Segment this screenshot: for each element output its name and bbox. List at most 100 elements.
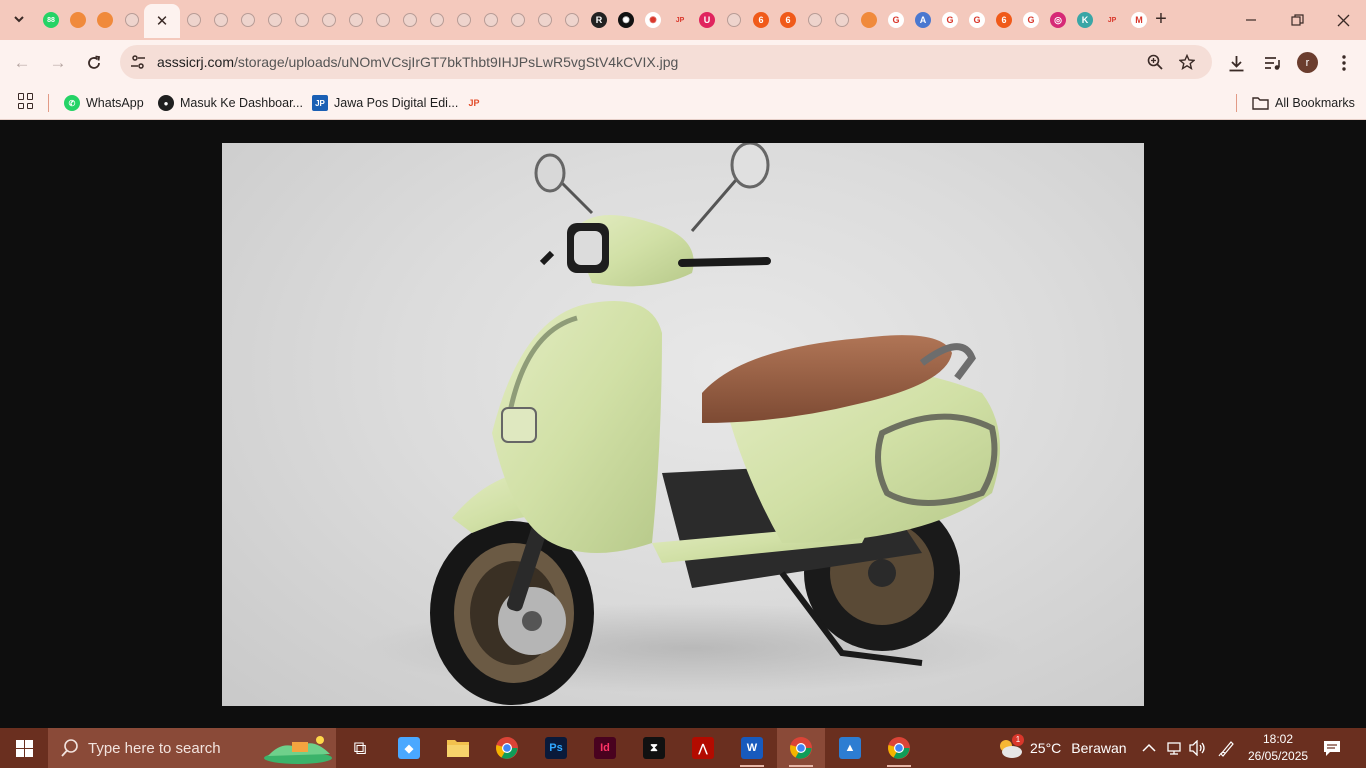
taskbar-app-acrobat[interactable]: ⋀ [679, 728, 727, 768]
bookmark-dashboard[interactable]: ● Masuk Ke Dashboar... [158, 92, 303, 114]
browser-tab[interactable] [289, 6, 315, 34]
browser-tab[interactable]: JP [1099, 6, 1125, 34]
browser-tab[interactable]: K [1072, 6, 1098, 34]
address-bar[interactable]: asssicrj.com/storage/uploads/uNOmVCsjIrG… [120, 45, 1212, 79]
browser-tab[interactable]: 6 [748, 6, 774, 34]
browser-tab[interactable]: U [694, 6, 720, 34]
taskbar-app-word[interactable]: W [728, 728, 776, 768]
browser-tab[interactable] [208, 6, 234, 34]
reload-button[interactable] [81, 50, 107, 76]
globe-icon [808, 13, 822, 27]
browser-tab[interactable]: 88 [38, 6, 64, 34]
profile-avatar[interactable]: r [1297, 52, 1318, 73]
globe-icon [187, 13, 201, 27]
all-bookmarks-button[interactable]: All Bookmarks [1252, 92, 1355, 114]
browser-tab[interactable]: ✺ [613, 6, 639, 34]
taskbar-app-photos[interactable]: ▲ [826, 728, 874, 768]
browser-tab[interactable] [65, 6, 91, 34]
browser-tab[interactable]: 6 [991, 6, 1017, 34]
minimize-button[interactable] [1228, 0, 1274, 40]
downloads-button[interactable] [1223, 50, 1249, 76]
url-path: /storage/uploads/uNOmVCsjIrGT7bkThbt9IHJ… [234, 54, 679, 70]
bookmark-jp[interactable]: JP [466, 92, 482, 114]
globe-icon [565, 13, 579, 27]
browser-tab[interactable]: G [964, 6, 990, 34]
browser-tab[interactable] [181, 6, 207, 34]
browser-tab[interactable] [829, 6, 855, 34]
start-button[interactable] [0, 728, 48, 768]
pen-workspace-button[interactable] [1218, 728, 1236, 768]
browser-tab[interactable]: JP [667, 6, 693, 34]
bookmark-whatsapp[interactable]: ✆ WhatsApp [64, 92, 144, 114]
taskbar-app-indesign[interactable]: Id [581, 728, 629, 768]
tab-search-menu-button[interactable] [8, 8, 30, 30]
openai-icon: ✺ [645, 12, 661, 28]
notifications-button[interactable] [1322, 728, 1342, 768]
weather-widget[interactable]: 1 25°C Berawan [996, 728, 1127, 768]
browser-tab[interactable] [397, 6, 423, 34]
close-window-button[interactable] [1320, 0, 1366, 40]
whatsapp-badge-icon: 88 [43, 12, 59, 28]
browser-tab[interactable] [451, 6, 477, 34]
system-clock[interactable]: 18:02 26/05/2025 [1248, 731, 1308, 765]
restore-button[interactable] [1274, 0, 1320, 40]
acrobat-icon: ⋀ [692, 737, 714, 759]
arrow-left-icon: ← [13, 53, 31, 72]
bookmark-star-button[interactable] [1178, 53, 1196, 71]
volume-button[interactable] [1189, 728, 1207, 768]
taskbar-app-copilot[interactable]: ◆ [385, 728, 433, 768]
browser-tab[interactable] [262, 6, 288, 34]
browser-tab[interactable] [559, 6, 585, 34]
browser-tab[interactable] [343, 6, 369, 34]
browser-tab[interactable]: G [883, 6, 909, 34]
browser-tab[interactable] [478, 6, 504, 34]
browser-tab[interactable]: G [937, 6, 963, 34]
site-info-icon[interactable] [130, 54, 146, 70]
browser-tab[interactable]: A [910, 6, 936, 34]
browser-tab[interactable]: G [1018, 6, 1044, 34]
browser-tab[interactable] [721, 6, 747, 34]
browser-tab[interactable]: R [586, 6, 612, 34]
taskbar-app-file-explorer[interactable] [434, 728, 482, 768]
show-hidden-icons-button[interactable] [1142, 728, 1156, 768]
taskbar-app-chrome-profile-r[interactable] [777, 728, 825, 768]
forward-button[interactable]: → [45, 50, 71, 76]
browser-tab[interactable] [505, 6, 531, 34]
globe-icon [538, 13, 552, 27]
browser-tab[interactable] [316, 6, 342, 34]
taskbar-app-photoshop[interactable]: Ps [532, 728, 580, 768]
browser-tab[interactable]: ◎ [1045, 6, 1071, 34]
openai-icon: ✺ [618, 12, 634, 28]
globe-icon [403, 13, 417, 27]
taskbar-app-chrome[interactable] [483, 728, 531, 768]
network-button[interactable] [1166, 728, 1182, 768]
bookmark-jawapos[interactable]: JP Jawa Pos Digital Edi... [312, 92, 458, 114]
back-button[interactable]: ← [9, 50, 35, 76]
browser-tab[interactable] [802, 6, 828, 34]
browser-tab[interactable] [856, 6, 882, 34]
apps-grid-icon[interactable] [18, 93, 34, 109]
browser-tab[interactable] [235, 6, 261, 34]
scooter-photo [222, 143, 1144, 706]
taskbar-app-chrome-profile-h[interactable] [875, 728, 923, 768]
browser-tab[interactable] [424, 6, 450, 34]
speaker-icon [1189, 740, 1205, 756]
browser-tab[interactable] [92, 6, 118, 34]
taskbar-search-box[interactable]: Type here to search [48, 728, 336, 768]
taskbar-app-capcut[interactable]: ⧗ [630, 728, 678, 768]
active-tab-close-button[interactable]: ✕ [144, 4, 180, 38]
browser-tab[interactable]: 6 [775, 6, 801, 34]
taskbar-app-task-view[interactable]: ⧉ [336, 728, 384, 768]
k-icon: K [1077, 12, 1093, 28]
browser-tab[interactable]: ✺ [640, 6, 666, 34]
url-text[interactable]: asssicrj.com/storage/uploads/uNOmVCsjIrG… [157, 54, 678, 70]
chrome-menu-button[interactable] [1331, 50, 1357, 76]
browser-tab[interactable]: M [1126, 6, 1152, 34]
browser-tab[interactable] [532, 6, 558, 34]
browser-tab[interactable] [119, 6, 145, 34]
browser-tab[interactable] [370, 6, 396, 34]
site-orange-icon [70, 12, 86, 28]
zoom-button[interactable] [1146, 53, 1164, 71]
new-tab-button[interactable]: + [1150, 8, 1172, 30]
media-control-button[interactable] [1259, 50, 1285, 76]
